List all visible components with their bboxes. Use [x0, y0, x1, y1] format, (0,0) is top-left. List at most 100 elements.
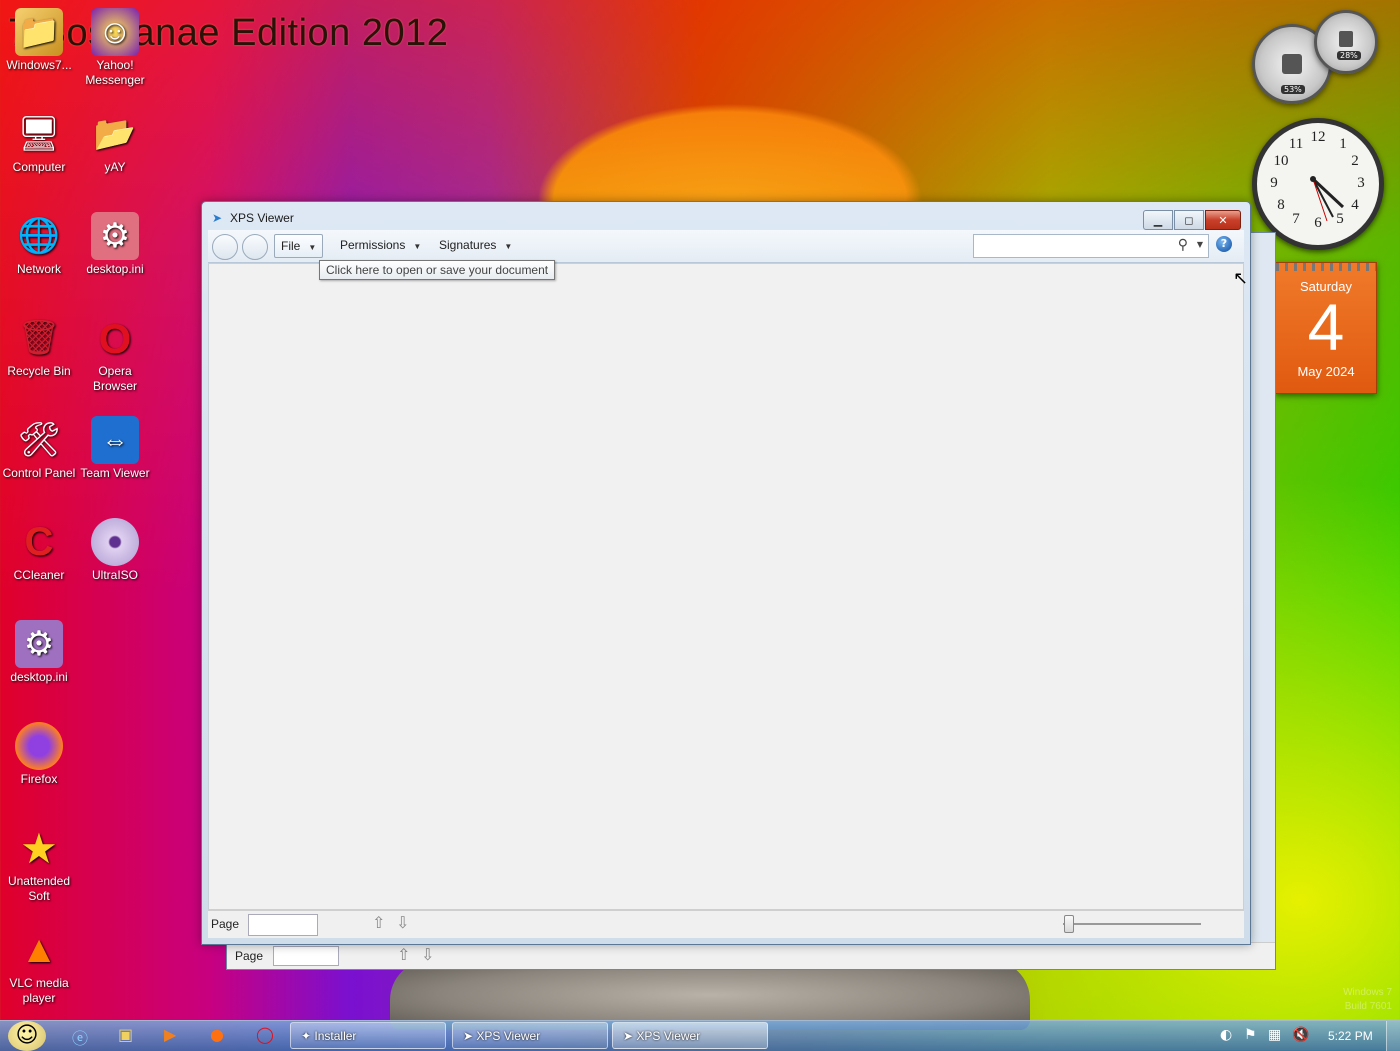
- document-viewing-area[interactable]: [208, 263, 1244, 910]
- desktop-icon-label: desktop.ini: [10, 670, 68, 684]
- desktop-icon-unattended-soft[interactable]: ★ Unattended Soft: [0, 824, 78, 904]
- cpu-chip-icon: [1282, 54, 1302, 74]
- language-tray-icon[interactable]: ◐: [1220, 1027, 1232, 1043]
- desktop-icon-label: Recycle Bin: [7, 364, 71, 378]
- dropdown-arrow-icon: ▼: [504, 242, 513, 251]
- page-number-input[interactable]: [273, 946, 339, 966]
- search-icon[interactable]: ⚲: [1178, 237, 1188, 253]
- desktop-icon-computer[interactable]: 🖥 Computer: [0, 110, 78, 175]
- show-desktop-button[interactable]: [1386, 1021, 1400, 1051]
- installer-icon: ✦: [301, 1029, 312, 1043]
- minimize-icon: ▁: [1153, 213, 1163, 227]
- cpu-percent: 53%: [1281, 85, 1305, 94]
- wallpaper-brand: Windows 7 Build 7601: [1343, 986, 1392, 1014]
- mouse-cursor-icon: ↖: [1233, 268, 1249, 289]
- desktop-icon-firefox[interactable]: Firefox: [0, 722, 78, 787]
- desktop-icon-team-viewer[interactable]: ⇔ Team Viewer: [76, 416, 154, 481]
- desktop-icon-label: Computer: [12, 160, 66, 174]
- taskbar-button-xps-viewer-1[interactable]: ➤ XPS Viewer: [452, 1022, 608, 1049]
- minimize-button[interactable]: ▁: [1143, 210, 1173, 230]
- page-number-input[interactable]: [248, 914, 318, 936]
- taskbar-button-label: XPS Viewer: [636, 1029, 701, 1043]
- clock-gadget[interactable]: 12 1 2 3 4 5 6 7 8 9 10 11: [1252, 118, 1384, 250]
- xps-app-icon: ➤: [212, 211, 223, 225]
- volume-muted-tray-icon[interactable]: 🔇: [1292, 1027, 1309, 1043]
- desktop-icon-label: Unattended Soft: [7, 874, 71, 903]
- folder-icon: 📂: [93, 114, 137, 153]
- desktop-icon-desktop-ini-2[interactable]: ⚙ desktop.ini: [0, 620, 78, 685]
- desktop-icon-label: Windows7...: [6, 58, 72, 72]
- desktop-icon-ultraiso[interactable]: UltraISO: [76, 518, 154, 583]
- zoom-slider-thumb[interactable]: [1064, 915, 1074, 933]
- dropdown-arrow-icon: ▼: [308, 243, 317, 252]
- taskbar-button-xps-viewer-2[interactable]: ➤ XPS Viewer: [612, 1022, 768, 1049]
- back-window-statusbar: Page ⇧ ⇩: [227, 942, 1275, 969]
- action-center-tray-icon[interactable]: ⚑: [1244, 1027, 1257, 1043]
- taskbar-clock[interactable]: 5:22 PM: [1328, 1029, 1373, 1043]
- internet-explorer-icon[interactable]: ⓔ: [72, 1025, 88, 1049]
- memory-meter-gadget[interactable]: 28%: [1314, 10, 1378, 74]
- menu-signatures[interactable]: Signatures ▼: [433, 234, 518, 256]
- prev-page-icon[interactable]: ⇧: [397, 945, 410, 964]
- taskbar-button-label: XPS Viewer: [476, 1029, 541, 1043]
- calendar-day-number: 4: [1307, 290, 1345, 364]
- media-player-icon[interactable]: ▶: [164, 1025, 176, 1044]
- firefox-icon: [15, 722, 63, 770]
- start-orb-icon: ☺: [15, 1023, 39, 1048]
- desktop-icon-label: Network: [16, 262, 61, 276]
- close-button[interactable]: ✕: [1205, 210, 1241, 230]
- xps-app-icon: ➤: [463, 1029, 474, 1043]
- explorer-folder-icon[interactable]: ▣: [118, 1025, 133, 1044]
- opera-icon: O: [98, 314, 132, 362]
- calendar-gadget[interactable]: Saturday 4 May 2024: [1275, 262, 1377, 394]
- dropdown-arrow-icon: ▼: [413, 242, 422, 251]
- toolbar: File ▼ Permissions ▼ Signatures ▼ ⚲ ▼ ?: [208, 230, 1244, 263]
- maximize-icon: ◻: [1184, 213, 1194, 227]
- desktop-icon-label: desktop.ini: [86, 262, 144, 276]
- memory-chip-icon: [1339, 31, 1353, 47]
- desktop-icon-recycle-bin[interactable]: 🗑 Recycle Bin: [0, 314, 78, 379]
- ccleaner-icon: C: [24, 519, 54, 564]
- firefox-quicklaunch-icon[interactable]: ●: [210, 1025, 224, 1044]
- clock-hands: [1310, 176, 1345, 222]
- settings-file-icon: ⚙: [91, 212, 139, 260]
- brand-line-1: Windows 7: [1343, 987, 1392, 998]
- desktop-icon-yahoo-messenger[interactable]: ☺ Yahoo! Messenger: [76, 8, 154, 88]
- taskbar-button-installer[interactable]: ✦ Installer: [290, 1022, 446, 1049]
- desktop-icon-vlc[interactable]: ▲ VLC media player: [0, 926, 78, 1006]
- title-bar[interactable]: ➤ XPS Viewer ▁ ◻ ✕: [202, 202, 1250, 230]
- next-page-icon[interactable]: ⇩: [396, 913, 409, 932]
- search-box[interactable]: ⚲ ▼: [973, 234, 1209, 258]
- desktop-icon-desktop-ini[interactable]: ⚙ desktop.ini: [76, 212, 154, 277]
- help-icon[interactable]: ?: [1216, 236, 1232, 252]
- back-button[interactable]: [212, 234, 238, 260]
- menu-file[interactable]: File ▼: [274, 234, 324, 258]
- xps-app-icon: ➤: [623, 1029, 634, 1043]
- search-options-dropdown-icon[interactable]: ▼: [1197, 240, 1203, 249]
- desktop-icon-yay[interactable]: 📂 yAY: [76, 110, 154, 175]
- prev-page-icon[interactable]: ⇧: [372, 913, 385, 932]
- menu-permissions[interactable]: Permissions ▼: [334, 234, 427, 256]
- zoom-slider-track[interactable]: [1063, 923, 1201, 925]
- opera-quicklaunch-icon[interactable]: ◯: [256, 1025, 274, 1044]
- desktop-icon-windows7[interactable]: 📁 Windows7...: [0, 8, 78, 73]
- xps-viewer-window[interactable]: ➤ XPS Viewer ▁ ◻ ✕ File ▼ Permissions ▼ Si…: [201, 201, 1251, 945]
- taskbar: ☺ ⓔ ▣ ▶ ● ◯ ✦ Installer ➤ XPS Viewer ➤ X…: [0, 1020, 1400, 1051]
- desktop-icon-opera[interactable]: O Opera Browser: [76, 314, 154, 394]
- desktop-icon-control-panel[interactable]: 🛠 Control Panel: [0, 416, 78, 481]
- maximize-button[interactable]: ◻: [1174, 210, 1204, 230]
- search-input[interactable]: [978, 236, 1162, 256]
- window-title: XPS Viewer: [230, 211, 294, 225]
- start-button[interactable]: ☺: [8, 1021, 46, 1051]
- control-panel-icon: 🛠: [17, 420, 61, 459]
- desktop-icon-label: yAY: [104, 160, 126, 174]
- desktop-icon-ccleaner[interactable]: C CCleaner: [0, 518, 78, 583]
- calendar-month-year: May 2024: [1297, 364, 1355, 379]
- menu-label: File: [281, 239, 301, 253]
- page-label: Page: [211, 917, 240, 931]
- network-tray-icon[interactable]: ▦: [1268, 1027, 1281, 1043]
- desktop-icon-network[interactable]: 🌐 Network: [0, 212, 78, 277]
- next-page-icon[interactable]: ⇩: [421, 945, 434, 964]
- forward-button[interactable]: [242, 234, 268, 260]
- brand-line-2: Build 7601: [1344, 1001, 1392, 1012]
